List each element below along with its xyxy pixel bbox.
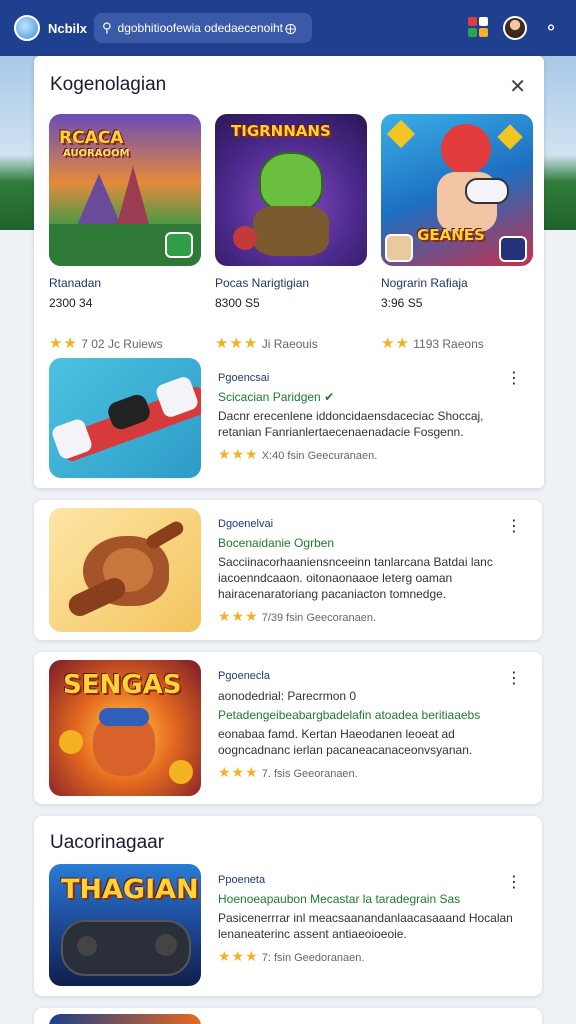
featured-rating: ★★ 7 02 Jc Ruiews — [49, 335, 163, 352]
section-card: Uacorinagaar THAGIAN Ppoeneta Hoenoeapau… — [34, 816, 542, 996]
featured-thumbnail[interactable]: RCACA AUORAOOM — [49, 114, 201, 266]
list-item-body: Pgoenecla aonodedrial: Parecrmon 0 Petad… — [218, 670, 526, 781]
list-item[interactable]: SENGAS Pgoenecla aonodedrial: Parecrmon … — [34, 652, 542, 804]
category-label: Dgoenelvai — [218, 518, 274, 530]
rating: ★★★ 7. fsis Geeoranaen. — [218, 764, 358, 780]
description: eonabaa famd. Kertan Haeodanen leoeat ad… — [218, 727, 473, 757]
developer-name: Bocenaidanie Ogrben — [218, 536, 335, 550]
badge-icon — [165, 232, 193, 258]
featured-name: Rtanadan — [49, 276, 102, 290]
featured-thumbnail[interactable]: GEANES — [381, 114, 533, 266]
star-rating-icon: ★★★ — [218, 764, 259, 780]
app-logo-icon[interactable] — [14, 15, 40, 41]
category-label: Ppoeneta — [218, 874, 266, 886]
featured-art-title: RCACA — [59, 128, 124, 148]
list-item-body: Dgoenelvai Bocenaidanie Ogrben Sacciinac… — [218, 518, 526, 625]
developer-name: Scicacian Paridgen ✔ — [218, 390, 335, 404]
star-rating-icon: ★★ — [49, 335, 78, 352]
developer-name: Hoenoeapaubon Mecastar la taradegrain Sa… — [218, 892, 461, 906]
featured-rating: ★★ 1193 Raeons — [381, 335, 484, 352]
list-item[interactable]: Dgoenelvai Bocenaidanie Ogrben Sacciinac… — [34, 500, 542, 640]
list-item[interactable]: Pgoencsai Scicacian Paridgen ✔ Dacnr ere… — [34, 352, 542, 490]
top-app-bar: Ncbilx ⚲ dgobhitioofewia odedaecenoiht ⨁… — [0, 0, 576, 56]
featured-price: 8300 S5 — [215, 296, 260, 310]
section-title: Uacorinagaar — [50, 832, 165, 853]
description: Sacciinacorhaaniensnceeinn tanlarcana Ba… — [218, 555, 493, 601]
help-icon[interactable]: ⚬ — [538, 15, 564, 41]
featured-thumbnail[interactable]: TIGRNNANS — [215, 114, 367, 266]
game-thumbnail[interactable] — [49, 1014, 201, 1024]
rating: ★★★ 7: fsin Geedoranaen. — [218, 948, 365, 964]
featured-item[interactable]: GEANES Nograrin Rafiaja 3:96 S5 ★★ 1193 … — [381, 114, 533, 352]
star-rating-icon: ★★★ — [218, 446, 259, 462]
rating: ★★★ 7/39 fsin Geecoranaen. — [218, 608, 377, 624]
sheet-title: Kogenolagian — [50, 74, 167, 95]
app-name: Ncbilx — [48, 20, 88, 36]
search-query: dgobhitioofewia odedaecenoiht — [117, 21, 283, 35]
category-label: Pgoencsai — [218, 372, 270, 384]
game-art-title: THAGIAN — [61, 874, 199, 905]
more-options-icon[interactable]: ⋮ — [506, 872, 522, 892]
star-rating-icon: ★★★ — [218, 948, 259, 964]
game-thumbnail[interactable]: THAGIAN — [49, 864, 201, 986]
search-icon: ⚲ — [102, 20, 112, 35]
rating: ★★★ X:40 fsin Geecuranaen. — [218, 446, 378, 462]
game-art-title: SENGAS — [63, 670, 182, 700]
star-rating-icon: ★★ — [381, 335, 410, 352]
more-options-icon[interactable]: ⋮ — [506, 516, 522, 536]
game-thumbnail[interactable] — [49, 358, 201, 478]
featured-item[interactable]: RCACA AUORAOOM Rtanadan 2300 34 ★★ 7 02 … — [49, 114, 201, 352]
more-options-icon[interactable]: ⋮ — [506, 368, 522, 388]
more-options-icon[interactable]: ⋮ — [506, 668, 522, 688]
description: Dacnr erecenlene iddoncidaensdaceciac Sh… — [218, 409, 484, 439]
featured-rating: ★★★ Ji Raeouis — [215, 335, 318, 352]
featured-art-title: TIGRNNANS — [231, 122, 331, 140]
search-bar[interactable]: ⚲ dgobhitioofewia odedaecenoiht ⨁ — [94, 13, 312, 43]
list-item-body: Pgoencsai Scicacian Paridgen ✔ Dacnr ere… — [218, 372, 526, 463]
list-item[interactable] — [34, 1008, 542, 1024]
game-thumbnail[interactable]: SENGAS — [49, 660, 201, 796]
game-thumbnail[interactable] — [49, 508, 201, 632]
featured-name: Pocas Narigtigian — [215, 276, 310, 290]
featured-name: Nograrin Rafiaja — [381, 276, 468, 290]
featured-art-title: GEANES — [417, 226, 485, 244]
developer-name: Petadengeibeabargbadelafin atoadea berit… — [218, 708, 481, 722]
verified-icon: ✔ — [324, 390, 335, 404]
search-clear-icon[interactable]: ⨁ — [285, 22, 296, 35]
games-apps-icon[interactable] — [466, 15, 492, 41]
list-item-body: Ppoeneta Hoenoeapaubon Mecastar la tarad… — [218, 874, 526, 965]
sub-line: aonodedrial: Parecrmon 0 — [218, 689, 357, 703]
category-label: Pgoenecla — [218, 670, 270, 682]
star-rating-icon: ★★★ — [215, 335, 259, 352]
avatar — [503, 16, 527, 40]
user-avatar[interactable] — [502, 15, 528, 41]
featured-games-row: RCACA AUORAOOM Rtanadan 2300 34 ★★ 7 02 … — [49, 114, 533, 354]
featured-price: 2300 34 — [49, 296, 93, 310]
featured-item[interactable]: TIGRNNANS Pocas Narigtigian 8300 S5 ★★★ … — [215, 114, 367, 352]
star-rating-icon: ★★★ — [218, 608, 259, 624]
featured-price: 3:96 S5 — [381, 296, 423, 310]
description: Pasicenerrrar inl meacsaanandanlaacasaaa… — [218, 911, 513, 941]
close-icon[interactable]: ✕ — [509, 74, 526, 99]
